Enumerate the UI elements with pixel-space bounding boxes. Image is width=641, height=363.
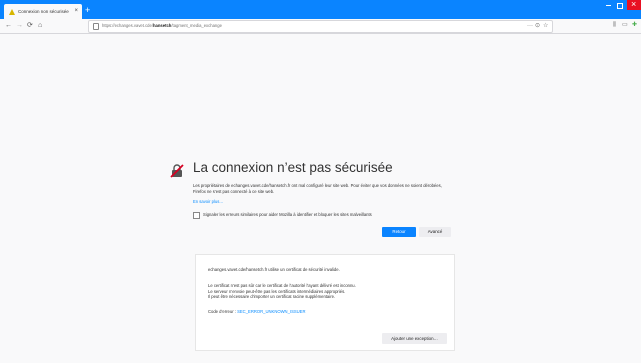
forward-button[interactable]: → — [16, 21, 23, 30]
report-errors-checkbox[interactable] — [193, 212, 200, 219]
error-description: Les propriétaires de echanges.vavet.cde/… — [193, 183, 442, 194]
tab-strip: Connexion non sécurisée × + — [0, 0, 641, 19]
back-button[interactable]: ← — [5, 21, 12, 30]
advanced-button[interactable]: Avancé — [419, 227, 451, 237]
library-icon[interactable]: ⫼ — [613, 21, 616, 30]
lock-icon[interactable] — [93, 23, 99, 30]
advanced-summary: echanges.vavet.cde/hansetch.fr utilise u… — [208, 267, 340, 272]
error-code-label: Code d’erreur : — [208, 309, 238, 314]
sidebar-icon[interactable]: ▭ — [622, 21, 628, 30]
certificate-reasons: Le certificat n’est pas sûr car le certi… — [208, 283, 408, 300]
learn-more-link[interactable]: En savoir plus… — [193, 199, 224, 204]
page-actions-icon[interactable]: ··· — [527, 22, 533, 30]
error-code-link[interactable]: SEC_ERROR_UNKNOWN_ISSUER — [237, 309, 305, 314]
reload-button[interactable]: ⟳ — [27, 21, 33, 30]
error-code: Code d’erreur : SEC_ERROR_UNKNOWN_ISSUER — [208, 309, 306, 314]
maximize-button[interactable] — [617, 3, 623, 9]
warning-icon — [9, 8, 15, 15]
go-back-button[interactable]: Retour — [382, 227, 416, 237]
broken-lock-icon — [170, 164, 184, 178]
tab-active[interactable]: Connexion non sécurisée × — [4, 4, 82, 19]
url-bar[interactable]: https://echanges.vavet.cde/hansetch/tagm… — [88, 20, 553, 33]
bookmark-star-icon[interactable]: ☆ — [543, 22, 548, 30]
minimize-button[interactable] — [606, 5, 611, 6]
tab-title: Connexion non sécurisée — [18, 9, 69, 14]
url-path: /tagment_media_exchange — [171, 23, 222, 28]
url-domain: hansetch — [152, 23, 172, 28]
navigation-bar: ← → ⟳ ⌂ https://echanges.vavet.cde/hanse… — [0, 19, 641, 34]
report-errors-label: Signaler les erreurs similaires pour aid… — [203, 212, 372, 217]
home-button[interactable]: ⌂ — [38, 21, 42, 30]
window-close-button[interactable] — [627, 0, 641, 10]
url-text[interactable]: https://echanges.vavet.cde/hansetch/tagm… — [102, 23, 222, 28]
add-exception-button[interactable]: Ajouter une exception… — [382, 333, 447, 344]
tab-close-button[interactable]: × — [74, 7, 78, 15]
url-prefix: https://echanges.vavet.cde/ — [102, 23, 153, 28]
error-title: La connexion n’est pas sécurisée — [193, 160, 393, 175]
reason-root-cert: Il peut être nécessaire d’importer un ce… — [208, 294, 336, 299]
extension-icon[interactable]: ✚ — [632, 21, 637, 30]
pocket-icon[interactable]: ⊙ — [535, 22, 540, 30]
new-tab-button[interactable]: + — [85, 5, 90, 15]
